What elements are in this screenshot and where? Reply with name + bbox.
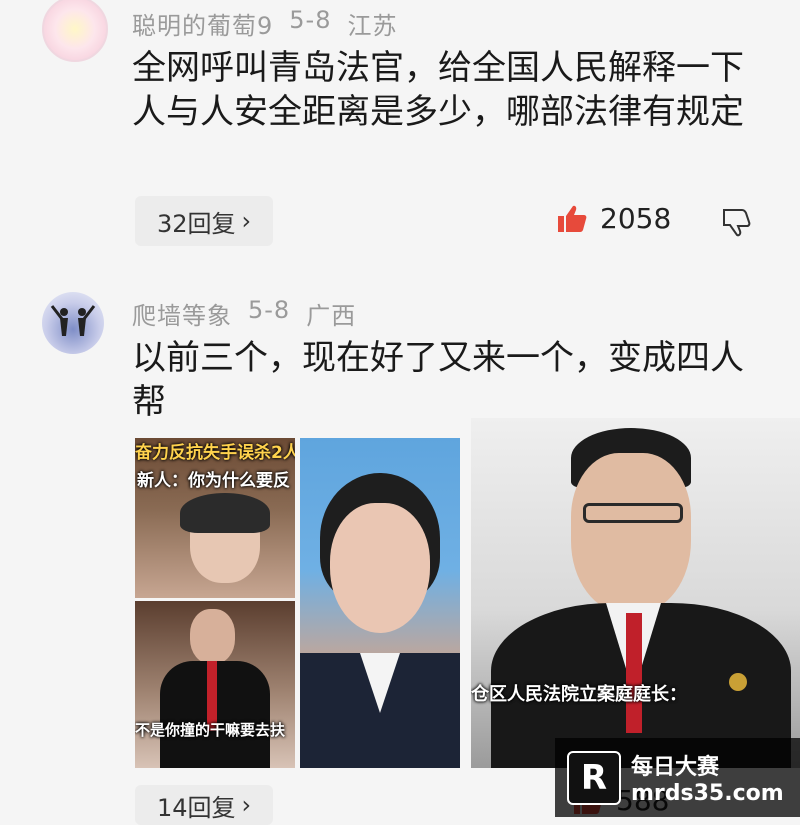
comment-text: 以前三个，现在好了又来一个，变成四人帮 [132, 338, 744, 422]
reply-count: 14回复 [157, 793, 236, 822]
thumb-up-icon [558, 205, 587, 232]
view-replies-button[interactable]: 14回复 › [135, 785, 274, 825]
chevron-right-icon: › [241, 207, 252, 235]
comment-date: 5-8 [289, 6, 332, 34]
comment-meta: 聪明的葡萄9 5-8 江苏 [132, 6, 397, 41]
red-tie [626, 613, 642, 733]
image-court-1[interactable]: 奋力反抗失手误杀2人 新人：你为什么要反 [135, 438, 295, 598]
watermark-logo: R [567, 750, 621, 805]
user-avatar[interactable] [42, 0, 108, 62]
glasses [583, 503, 683, 523]
person-face [571, 453, 691, 613]
image-caption: 新人：你为什么要反 [137, 471, 290, 491]
court-badge [729, 673, 747, 691]
image-court-2[interactable]: 不是你撞的干嘛要去扶 [135, 601, 295, 768]
like-button[interactable]: 2058 [556, 202, 671, 235]
image-portrait-man[interactable]: 仓区人民法院立案庭庭长： [471, 418, 800, 768]
image-caption: 不是你撞的干嘛要去扶 [135, 721, 286, 739]
chevron-right-icon: › [241, 791, 252, 819]
like-count: 2058 [600, 202, 672, 235]
comment-text: 全网呼叫青岛法官，给全国人民解释一下人与人安全距离是多少，哪部法律有规定 [132, 48, 744, 132]
username[interactable]: 聪明的葡萄9 [132, 6, 273, 41]
image-portrait-woman[interactable] [300, 438, 460, 768]
person-hair [180, 493, 270, 533]
user-avatar[interactable] [42, 292, 104, 354]
watermark-title: 每日大赛 [631, 755, 720, 780]
comment-date: 5-8 [248, 296, 291, 324]
person-face [330, 503, 430, 633]
watermark-text: 每日大赛 mrds35.com [631, 749, 784, 806]
person-face [190, 609, 235, 664]
comment-location: 江苏 [347, 12, 398, 40]
image-caption: 仓区人民法院立案庭庭长： [471, 684, 687, 705]
username[interactable]: 爬墙等象 [132, 296, 232, 331]
thumb-down-icon[interactable] [720, 206, 752, 238]
view-replies-button[interactable]: 32回复 › [135, 196, 274, 246]
comment-location: 广西 [306, 302, 357, 330]
image-caption: 奋力反抗失手误杀2人 [135, 443, 295, 463]
comment-meta: 爬墙等象 5-8 广西 [132, 296, 356, 331]
watermark-url: mrds35.com [631, 781, 784, 806]
site-watermark: R 每日大赛 mrds35.com [555, 738, 800, 817]
reply-count: 32回复 [157, 209, 236, 238]
